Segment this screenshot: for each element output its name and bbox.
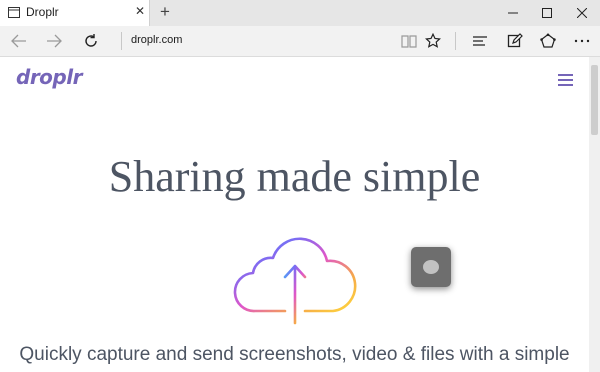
tagline: Quickly capture and send screenshots, vi… [19,344,570,365]
drop-shape [423,260,439,274]
cloud-upload-icon [233,237,357,325]
star-icon[interactable] [420,26,446,56]
divider [455,32,456,50]
share-icon[interactable] [535,26,561,56]
page-icon [8,7,20,18]
hub-icon[interactable] [467,26,493,56]
maximize-icon[interactable] [530,0,564,26]
app-icon [411,247,451,287]
tab-droplr[interactable]: Droplr ✕ [0,0,150,26]
address-bar[interactable]: droplr.com [131,34,182,46]
close-window-icon[interactable] [565,0,599,26]
page-viewport: droplr Sharing made simple Quickly captu… [0,57,589,372]
more-icon[interactable] [569,26,595,56]
pen-icon[interactable] [502,26,528,56]
close-icon[interactable]: ✕ [133,4,147,18]
title-bar: Droplr ✕ + [0,0,600,26]
divider [121,32,122,50]
book-icon[interactable] [396,26,422,56]
tab-title: Droplr [26,5,59,19]
droplr-logo[interactable]: droplr [16,65,82,89]
page-headline: Sharing made simple [108,152,481,201]
refresh-icon[interactable] [78,26,104,56]
minimize-icon[interactable] [496,0,530,26]
hamburger-icon[interactable] [558,74,573,86]
back-arrow-icon[interactable] [6,26,32,56]
forward-arrow-icon[interactable] [41,26,67,56]
plus-icon[interactable]: + [156,2,174,22]
scrollbar-thumb[interactable] [591,65,598,135]
vertical-scrollbar[interactable] [589,57,600,372]
navigation-bar: droplr.com [0,26,600,57]
